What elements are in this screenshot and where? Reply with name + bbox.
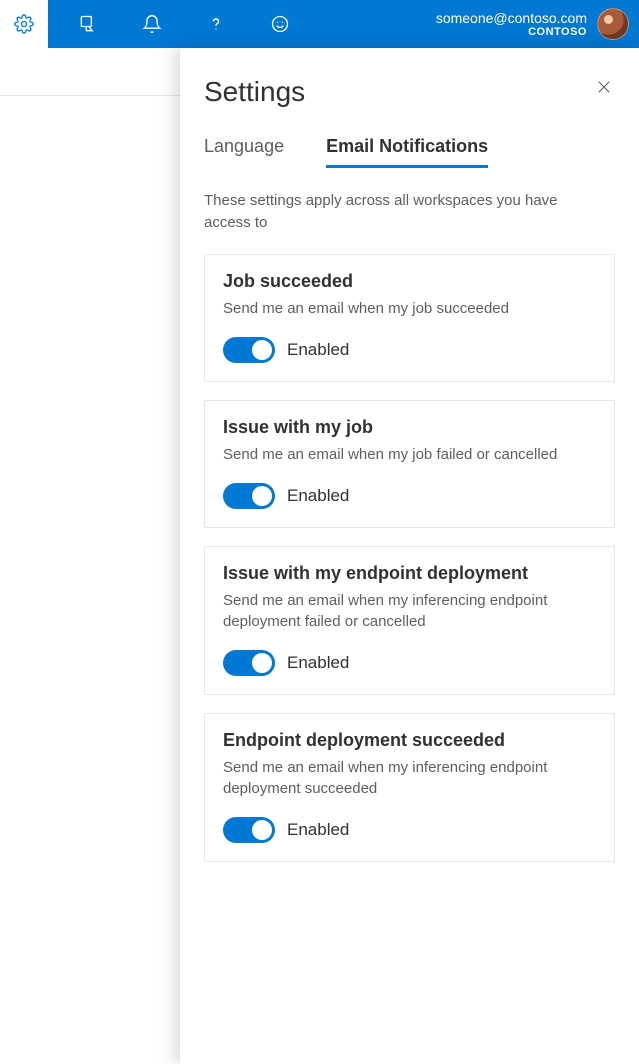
card-issue-endpoint: Issue with my endpoint deployment Send m… [204, 546, 615, 695]
toggle-row: Enabled [223, 337, 596, 363]
card-title: Job succeeded [223, 271, 596, 292]
notification-cards: Job succeeded Send me an email when my j… [204, 254, 615, 862]
account-org: CONTOSO [436, 26, 587, 39]
card-title: Issue with my endpoint deployment [223, 563, 596, 584]
diagnostics-icon[interactable] [64, 0, 112, 48]
card-endpoint-succeeded: Endpoint deployment succeeded Send me an… [204, 713, 615, 862]
tab-email-notifications[interactable]: Email Notifications [326, 136, 488, 168]
toggle-label: Enabled [287, 820, 349, 840]
notifications-bell-icon[interactable] [128, 0, 176, 48]
card-desc: Send me an email when my inferencing end… [223, 757, 596, 799]
panel-header: Settings [204, 76, 615, 108]
toggle-row: Enabled [223, 483, 596, 509]
toggle-issue-endpoint[interactable] [223, 650, 275, 676]
avatar[interactable] [597, 8, 629, 40]
account-info: someone@contoso.com CONTOSO [436, 10, 587, 39]
toggle-job-succeeded[interactable] [223, 337, 275, 363]
card-issue-job: Issue with my job Send me an email when … [204, 400, 615, 528]
close-icon[interactable] [593, 76, 615, 103]
topbar-account[interactable]: someone@contoso.com CONTOSO [436, 8, 639, 40]
toggle-label: Enabled [287, 340, 349, 360]
settings-gear-icon[interactable] [0, 0, 48, 48]
card-title: Endpoint deployment succeeded [223, 730, 596, 751]
card-desc: Send me an email when my job succeeded [223, 298, 596, 319]
toggle-row: Enabled [223, 817, 596, 843]
toggle-endpoint-succeeded[interactable] [223, 817, 275, 843]
tabs: Language Email Notifications [204, 136, 615, 168]
topbar: someone@contoso.com CONTOSO [0, 0, 639, 48]
toggle-row: Enabled [223, 650, 596, 676]
card-job-succeeded: Job succeeded Send me an email when my j… [204, 254, 615, 382]
page-divider [0, 95, 180, 96]
feedback-smile-icon[interactable] [256, 0, 304, 48]
panel-description: These settings apply across all workspac… [204, 190, 604, 234]
card-desc: Send me an email when my job failed or c… [223, 444, 596, 465]
settings-panel: Settings Language Email Notifications Th… [180, 48, 639, 1064]
toggle-label: Enabled [287, 486, 349, 506]
card-desc: Send me an email when my inferencing end… [223, 590, 596, 632]
topbar-left [0, 0, 320, 48]
toggle-issue-job[interactable] [223, 483, 275, 509]
card-title: Issue with my job [223, 417, 596, 438]
tab-language[interactable]: Language [204, 136, 284, 168]
account-email: someone@contoso.com [436, 10, 587, 26]
toggle-label: Enabled [287, 653, 349, 673]
panel-title: Settings [204, 76, 305, 108]
help-icon[interactable] [192, 0, 240, 48]
